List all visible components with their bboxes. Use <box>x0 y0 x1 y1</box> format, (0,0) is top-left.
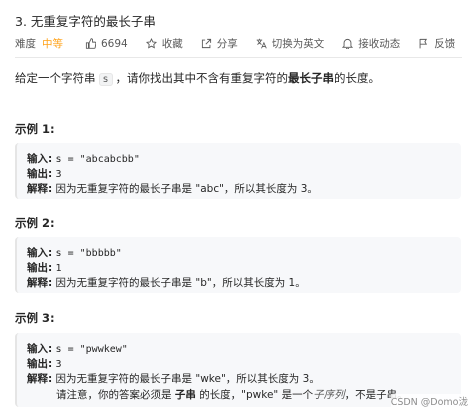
output-value: 1 <box>55 263 62 274</box>
output-label: 输出: <box>27 168 53 180</box>
example-1-box: 输入: s = "abcabcbb" 输出: 3 解释: 因为无重复字符的最长子… <box>15 143 461 199</box>
input-label: 输入: <box>27 247 53 259</box>
output-value: 3 <box>55 169 62 180</box>
share-label: 分享 <box>216 38 238 50</box>
input-value: s = "pwwkew" <box>55 344 128 355</box>
example-2-input: 输入: s = "bbbbb" <box>27 245 122 260</box>
description-bold: 最长子串 <box>288 71 335 85</box>
description-text-before: 给定一个字符串 <box>15 71 96 85</box>
input-label: 输入: <box>27 343 53 355</box>
input-value: s = "bbbbb" <box>55 248 122 259</box>
watermark: CSDN @Domo泷 <box>390 394 468 408</box>
description-text-middle: ，请你找出其中不含有重复字符的 <box>115 71 289 85</box>
description-text-after: 的长度。 <box>334 71 381 85</box>
like-button[interactable]: 6694 <box>85 38 128 50</box>
translate-icon <box>256 38 267 49</box>
example-3-explanation: 解释: 因为无重复字符的最长子串是 "wke"，所以其长度为 3。 <box>27 371 320 386</box>
share-icon <box>201 38 211 49</box>
output-label: 输出: <box>27 262 53 274</box>
favorite-label: 收藏 <box>161 38 183 50</box>
like-count: 6694 <box>101 37 128 50</box>
example-2-heading: 示例 2: <box>15 216 55 230</box>
note-italic: 子序列 <box>313 389 345 401</box>
example-1-output: 输出: 3 <box>27 166 62 181</box>
input-label: 输入: <box>27 153 53 165</box>
notify-label: 接收动态 <box>358 38 401 50</box>
share-button[interactable]: 分享 <box>201 36 238 51</box>
inline-code: s <box>98 73 113 86</box>
note-prefix: 请注意，你的答案必须是 <box>56 389 172 401</box>
bell-icon <box>342 39 354 49</box>
difficulty-badge: 中等 <box>42 38 63 50</box>
thumbs-up-icon <box>85 38 96 49</box>
notify-button[interactable]: 接收动态 <box>342 36 400 51</box>
input-value: s = "abcabcbb" <box>55 154 140 165</box>
divider <box>15 57 462 58</box>
switch-language-button[interactable]: 切换为英文 <box>256 36 325 51</box>
example-1-input: 输入: s = "abcabcbb" <box>27 151 140 166</box>
problem-title: 3. 无重复字符的最长子串 <box>15 14 156 29</box>
favorite-button[interactable]: 收藏 <box>145 36 183 51</box>
note-bold: 子串 <box>174 389 196 401</box>
explain-label: 解释: <box>27 277 53 289</box>
example-2-box: 输入: s = "bbbbb" 输出: 1 解释: 因为无重复字符的最长子串是 … <box>15 237 461 293</box>
example-3-output: 输出: 3 <box>27 356 62 371</box>
flag-icon <box>419 38 428 49</box>
output-label: 输出: <box>27 358 53 370</box>
example-3-note: 请注意，你的答案必须是 子串 的长度，"pwke" 是一个子序列，不是子串。 <box>56 387 408 402</box>
example-2-output: 输出: 1 <box>27 260 62 275</box>
example-1-heading: 示例 1: <box>15 122 55 136</box>
explain-text: 因为无重复字符的最长子串是 "wke"，所以其长度为 3。 <box>55 373 320 385</box>
example-2-explanation: 解释: 因为无重复字符的最长子串是 "b"，所以其长度为 1。 <box>27 275 306 290</box>
difficulty-label: 难度 <box>15 38 36 50</box>
feedback-button[interactable]: 反馈 <box>418 36 455 51</box>
switch-language-label: 切换为英文 <box>271 38 325 50</box>
problem-meta-bar: 难度 中等 6694 收藏 分享 切换为英文 接收动态 反馈 <box>15 36 473 51</box>
feedback-label: 反馈 <box>434 38 456 50</box>
explain-text: 因为无重复字符的最长子串是 "b"，所以其长度为 1。 <box>55 277 306 289</box>
problem-description: 给定一个字符串 s ，请你找出其中不含有重复字符的最长子串的长度。 <box>15 70 380 86</box>
explain-label: 解释: <box>27 373 53 385</box>
example-1-explanation: 解释: 因为无重复字符的最长子串是 "abc"，所以其长度为 3。 <box>27 181 318 196</box>
example-3-input: 输入: s = "pwwkew" <box>27 341 128 356</box>
explain-label: 解释: <box>27 183 53 195</box>
example-3-heading: 示例 3: <box>15 311 55 325</box>
output-value: 3 <box>55 359 62 370</box>
explain-text: 因为无重复字符的最长子串是 "abc"，所以其长度为 3。 <box>55 183 318 195</box>
star-icon <box>145 38 157 49</box>
note-middle: 的长度，"pwke" 是一个 <box>199 389 314 401</box>
